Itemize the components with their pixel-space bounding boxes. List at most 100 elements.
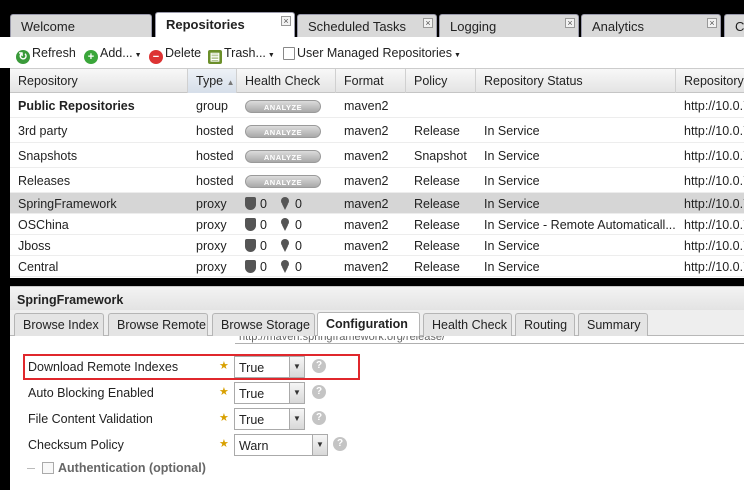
repository-url-cell: http://10.0.7 bbox=[684, 239, 744, 253]
type-cell: hosted bbox=[196, 174, 234, 188]
tab-configuration[interactable]: Configuration bbox=[317, 312, 420, 336]
health-check-cell: 00 bbox=[237, 193, 336, 214]
authentication-checkbox[interactable] bbox=[42, 462, 54, 474]
type-cell: proxy bbox=[196, 218, 227, 232]
fieldset-divider bbox=[27, 468, 35, 469]
analyze-button[interactable]: ANALYZE bbox=[245, 100, 321, 113]
repository-name-cell: OSChina bbox=[18, 218, 69, 232]
checksum-policy-select[interactable]: Warn ▼ bbox=[234, 434, 328, 456]
detail-panel-title: SpringFramework bbox=[10, 286, 744, 310]
health-check-cell: ANALYZE bbox=[237, 143, 336, 168]
repository-url-cell: http://10.0.7 bbox=[684, 260, 744, 274]
table-row[interactable]: Jboss proxy 0 0 maven2 Release In Service http:… bbox=[10, 235, 744, 256]
help-icon[interactable]: ? bbox=[312, 411, 326, 425]
column-label: Repository Status bbox=[484, 74, 583, 88]
tab-browse-index[interactable]: Browse Index bbox=[14, 313, 104, 336]
repository-status-cell: In Service - Remote Automaticall... bbox=[484, 218, 676, 232]
type-cell: hosted bbox=[196, 149, 234, 163]
policy-cell: Release bbox=[414, 197, 460, 211]
add-button[interactable]: + Add... ▼ bbox=[84, 46, 142, 64]
delete-button[interactable]: − Delete bbox=[149, 46, 201, 64]
add-icon: + bbox=[84, 50, 98, 64]
tab-health-check[interactable]: Health Check bbox=[423, 313, 512, 336]
delete-label: Delete bbox=[165, 46, 202, 60]
chevron-down-icon: ▼ bbox=[134, 52, 142, 59]
authentication-label: Authentication (optional) bbox=[58, 461, 206, 475]
close-icon[interactable]: × bbox=[707, 18, 717, 28]
trash-button[interactable]: ▤ Trash... ▼ bbox=[208, 46, 275, 64]
close-icon[interactable]: × bbox=[423, 18, 433, 28]
table-row[interactable]: OSChina proxy 0 0 maven2 Release In Service - … bbox=[10, 214, 744, 235]
repository-url-cell: http://10.0.7 bbox=[684, 99, 744, 113]
security-shield-icon bbox=[245, 218, 256, 231]
license-ribbon-icon bbox=[279, 239, 291, 252]
tab-label: Logging bbox=[450, 19, 497, 34]
tab-browse-storage[interactable]: Browse Storage bbox=[212, 313, 315, 336]
table-row[interactable]: Central proxy 0 0 maven2 Release In Service htt… bbox=[10, 256, 744, 277]
close-icon[interactable]: × bbox=[281, 16, 291, 26]
policy-cell: Snapshot bbox=[414, 149, 467, 163]
analyze-button[interactable]: ANALYZE bbox=[245, 125, 321, 138]
help-icon[interactable]: ? bbox=[333, 437, 347, 451]
table-row[interactable]: Releases hosted ANALYZE maven2 Release In Ser… bbox=[10, 168, 744, 193]
column-header-health-check[interactable]: Health Check bbox=[237, 69, 336, 93]
policy-cell bbox=[406, 93, 476, 118]
type-cell: hosted bbox=[196, 124, 234, 138]
document-icon bbox=[283, 47, 295, 60]
refresh-button[interactable]: ↻ Refresh bbox=[16, 46, 76, 64]
tab-analytics[interactable]: Analytics × bbox=[581, 14, 721, 38]
field-checksum-policy: Checksum Policy ★ Warn ▼ ? bbox=[10, 434, 744, 458]
user-managed-repositories-dropdown[interactable]: User Managed Repositories ▼ bbox=[283, 46, 461, 60]
format-cell: maven2 bbox=[344, 239, 389, 253]
column-header-repository-path[interactable]: Repository bbox=[676, 69, 744, 93]
analyze-button[interactable]: ANALYZE bbox=[245, 150, 321, 163]
policy-cell: Release bbox=[414, 239, 460, 253]
file-content-validation-select[interactable]: True ▼ bbox=[234, 408, 305, 430]
analyze-button[interactable]: ANALYZE bbox=[245, 175, 321, 188]
policy-cell: Release bbox=[414, 260, 460, 274]
license-count: 0 bbox=[294, 218, 302, 232]
chevron-down-icon[interactable]: ▼ bbox=[289, 383, 304, 403]
grid-header: Repository Type ▲ Health Check Format Po… bbox=[10, 69, 744, 93]
help-icon[interactable]: ? bbox=[312, 385, 326, 399]
refresh-label: Refresh bbox=[32, 46, 76, 60]
table-row[interactable]: Snapshots hosted ANALYZE maven2 Snapshot In S… bbox=[10, 143, 744, 168]
detail-tab-bar: Browse Index Browse Remote Browse Storag… bbox=[10, 310, 744, 336]
column-header-repository-status[interactable]: Repository Status bbox=[476, 69, 676, 93]
table-row[interactable]: SpringFramework proxy 0 0 maven2 Release In Se… bbox=[10, 193, 744, 214]
health-check-cell: 00 bbox=[237, 235, 336, 256]
repository-name-cell: Central bbox=[18, 260, 59, 274]
required-star-icon: ★ bbox=[219, 386, 229, 398]
tab-browse-remote[interactable]: Browse Remote bbox=[108, 313, 208, 336]
column-header-policy[interactable]: Policy bbox=[406, 69, 476, 93]
table-row[interactable]: 3rd party hosted ANALYZE maven2 Release In Se… bbox=[10, 118, 744, 143]
tab-label: Scheduled Tasks bbox=[308, 19, 407, 34]
auto-blocking-enabled-select[interactable]: True ▼ bbox=[234, 382, 305, 404]
trash-icon: ▤ bbox=[208, 50, 222, 64]
security-count: 0 bbox=[260, 239, 267, 253]
close-icon[interactable]: × bbox=[565, 18, 575, 28]
format-cell: maven2 bbox=[344, 124, 389, 138]
repository-status-cell bbox=[476, 93, 676, 118]
format-cell: maven2 bbox=[344, 260, 389, 274]
license-ribbon-icon bbox=[279, 260, 291, 273]
add-label: Add... bbox=[100, 46, 133, 60]
tab-label: Repositories bbox=[166, 17, 245, 32]
select-value: True bbox=[239, 413, 265, 427]
column-header-type[interactable]: Type ▲ bbox=[188, 69, 237, 93]
tab-repositories[interactable]: Repositories × bbox=[155, 12, 295, 38]
tab-scheduled-tasks[interactable]: Scheduled Tasks × bbox=[297, 14, 437, 38]
repository-url-cell: http://10.0.7 bbox=[684, 124, 744, 138]
type-cell: proxy bbox=[196, 260, 227, 274]
column-header-repository[interactable]: Repository bbox=[10, 69, 188, 93]
tab-summary[interactable]: Summary bbox=[578, 313, 648, 336]
tab-logging[interactable]: Logging × bbox=[439, 14, 579, 38]
tab-overflow[interactable]: Ca bbox=[724, 14, 744, 38]
column-header-format[interactable]: Format bbox=[336, 69, 406, 93]
tab-welcome[interactable]: Welcome bbox=[10, 14, 152, 38]
table-row[interactable]: Public Repositories group ANALYZE maven2 htt… bbox=[10, 93, 744, 118]
tab-routing[interactable]: Routing bbox=[515, 313, 575, 336]
chevron-down-icon[interactable]: ▼ bbox=[312, 435, 327, 455]
remote-storage-location-field[interactable]: http://maven.springframework.org/release… bbox=[235, 336, 744, 344]
chevron-down-icon[interactable]: ▼ bbox=[289, 409, 304, 429]
